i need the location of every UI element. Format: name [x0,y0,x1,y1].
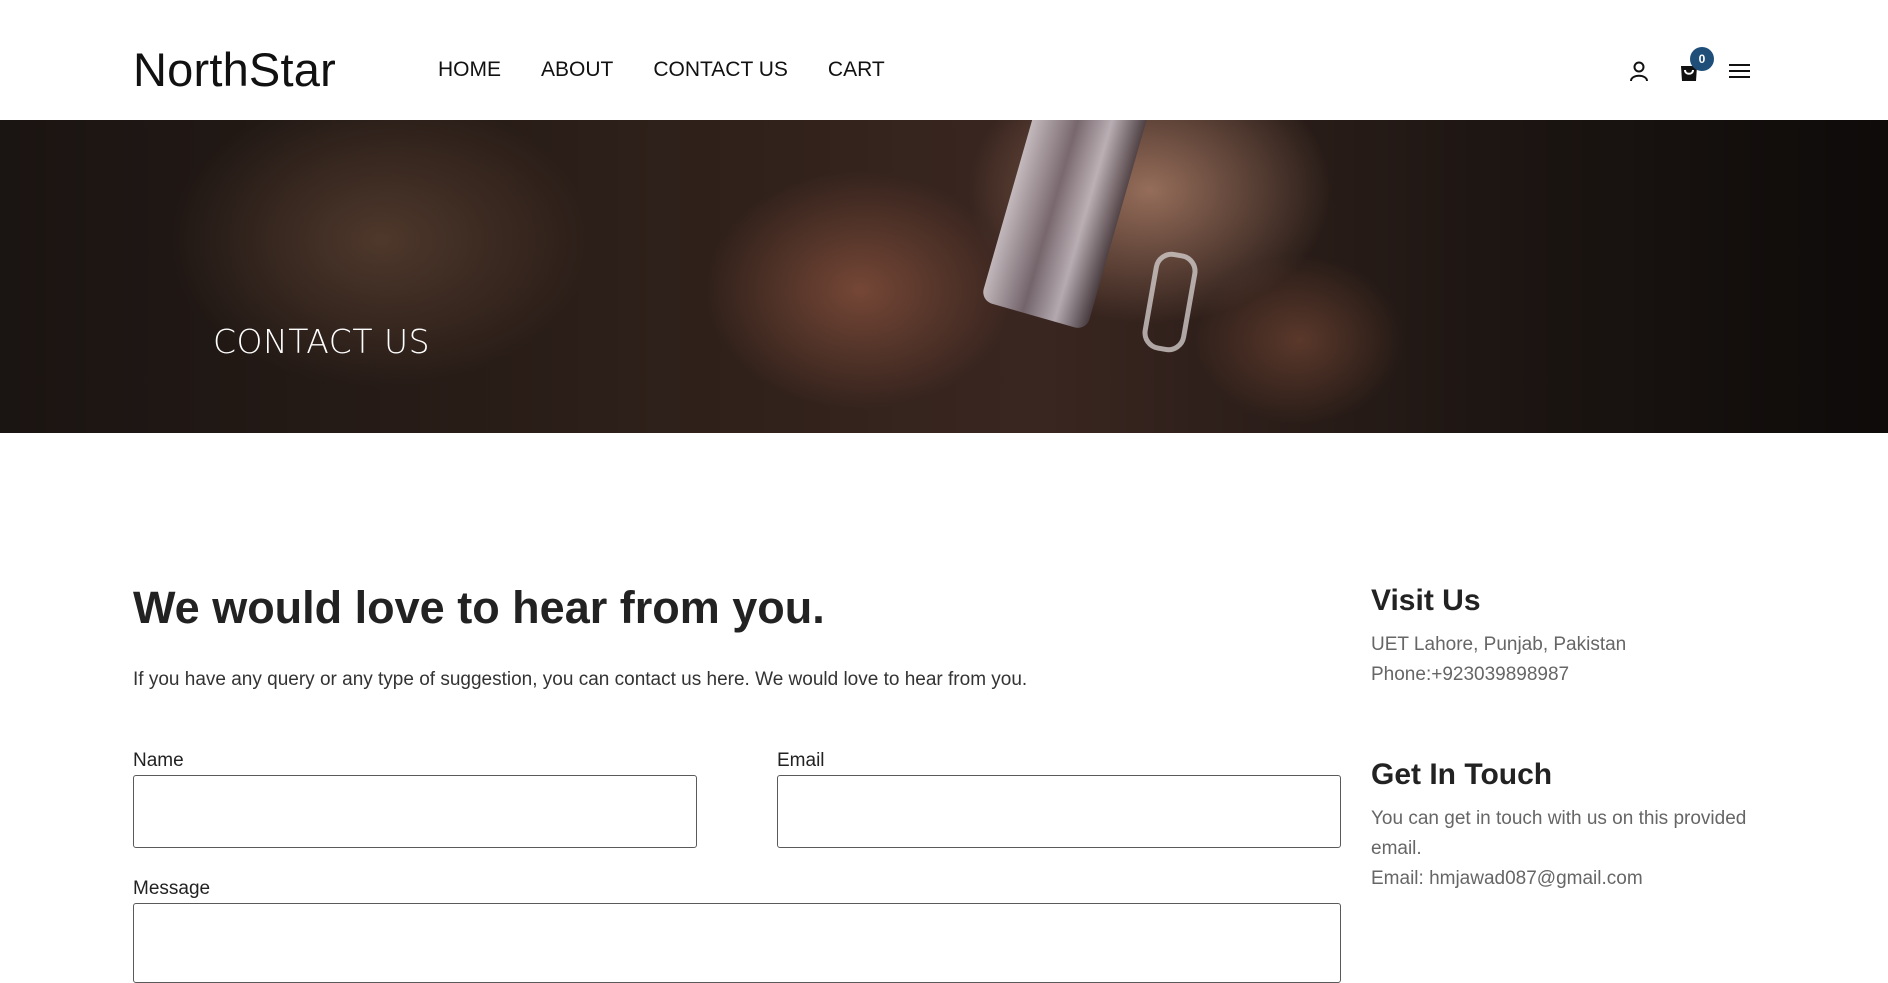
site-logo[interactable]: NorthStar [133,42,336,97]
hero-banner [0,120,1888,433]
nav-about-link[interactable]: ABOUT [541,58,613,82]
get-in-touch-text-line1: You can get in touch with us on this pro… [1371,808,1747,829]
email-label: Email [777,750,825,771]
site-header: NorthStar HOME ABOUT CONTACT US CART 0 [0,0,1888,120]
header-icons [1626,58,1751,88]
main-nav: HOME ABOUT CONTACT US CART [438,58,925,82]
get-in-touch-title: Get In Touch [1371,758,1553,791]
get-in-touch-email[interactable]: Email: hmjawad087@gmail.com [1371,864,1643,894]
contact-heading: We would love to hear from you. [133,582,825,633]
nav-cart-link[interactable]: CART [828,58,885,82]
user-icon[interactable] [1626,58,1652,84]
visit-us-address: UET Lahore, Punjab, Pakistan [1371,634,1627,655]
nav-contact-link[interactable]: CONTACT US [653,58,788,82]
get-in-touch-text-line2: email. [1371,838,1422,859]
email-field[interactable] [777,775,1341,848]
visit-us-phone: Phone:+923039898987 [1371,664,1570,685]
hero-ring-image [1139,248,1201,356]
visit-us-title: Visit Us [1371,584,1481,617]
hero-title: CONTACT US [213,322,431,361]
name-label: Name [133,750,184,771]
message-field[interactable] [133,903,1341,983]
cart-count-badge: 0 [1690,47,1714,71]
message-label: Message [133,878,211,899]
nav-home-link[interactable]: HOME [438,58,501,82]
hamburger-menu-icon[interactable] [1726,58,1752,84]
hero-perfume-bottle-image [980,120,1150,331]
name-field[interactable] [133,775,697,848]
contact-intro: If you have any query or any type of sug… [133,669,1028,690]
